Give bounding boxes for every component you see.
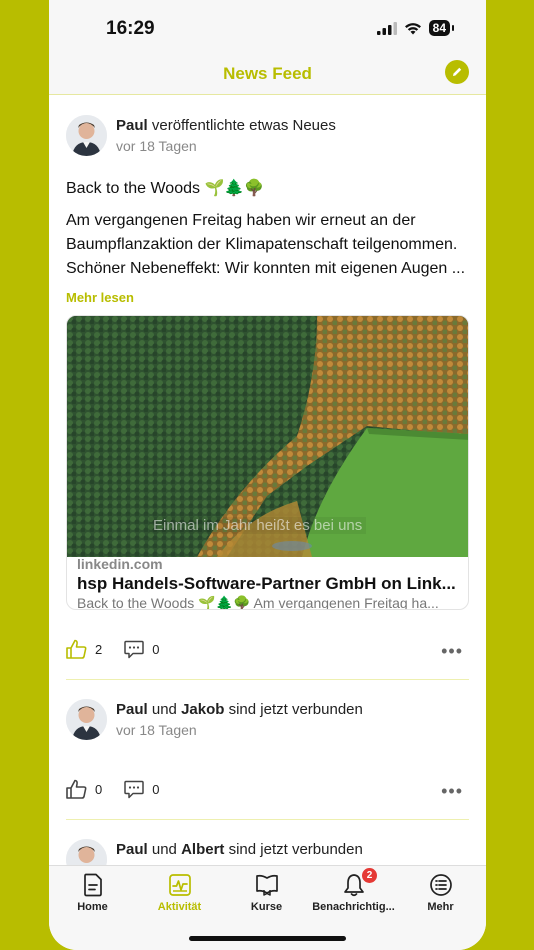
- page-title: News Feed: [223, 64, 312, 83]
- like-count: 2: [95, 641, 103, 657]
- comment-count: 0: [152, 641, 160, 657]
- author-name[interactable]: Paul: [116, 841, 148, 858]
- author-name[interactable]: Albert: [181, 841, 224, 858]
- comment-icon: [124, 780, 144, 798]
- tab-home[interactable]: Home: [49, 872, 136, 913]
- notification-badge: 2: [362, 868, 377, 883]
- comment-count: 0: [152, 781, 160, 797]
- connector-text: und: [151, 701, 177, 718]
- comment-icon: [124, 640, 144, 658]
- post-action: veröffentlichte etwas Neues: [151, 117, 336, 134]
- post-time: vor 18 Tagen: [116, 722, 197, 738]
- document-icon: [83, 873, 102, 897]
- tab-label: Kurse: [250, 901, 283, 913]
- status-icons: 84: [376, 20, 455, 36]
- tab-label: Home: [77, 901, 108, 913]
- post-actions: 0 0 •••: [66, 777, 469, 801]
- video-caption-overlay: Einmal im Jahr heißt es bei uns: [149, 517, 367, 534]
- thumbs-up-icon: [66, 779, 87, 799]
- divider: [66, 819, 469, 820]
- post-action: sind jetzt verbunden: [228, 701, 363, 718]
- tab-activity[interactable]: Aktivität: [136, 872, 223, 913]
- avatar[interactable]: [66, 839, 107, 865]
- post-header: Paul veröffentlichte etwas Neues: [116, 117, 336, 134]
- news-feed[interactable]: Paul veröffentlichte etwas Neues vor 18 …: [49, 96, 486, 865]
- like-button[interactable]: 0: [66, 779, 102, 799]
- avatar[interactable]: [66, 115, 107, 156]
- post-header: Paul und Albert sind jetzt verbunden: [116, 841, 363, 858]
- thumbs-up-icon: [66, 639, 87, 659]
- author-name[interactable]: Paul: [116, 117, 148, 134]
- tab-label: Mehr: [427, 901, 454, 913]
- link-preview-image: Einmal im Jahr heißt es bei uns: [67, 316, 468, 557]
- more-options-icon[interactable]: •••: [441, 781, 463, 802]
- list-icon: [429, 874, 452, 896]
- tab-notifications[interactable]: 2 Benachrichtig...: [310, 868, 397, 913]
- author-name[interactable]: Paul: [116, 701, 148, 718]
- connector-text: und: [151, 841, 177, 858]
- post-body: Am vergangenen Freitag haben wir erneut …: [66, 212, 466, 277]
- edit-button[interactable]: [445, 60, 469, 84]
- post-action: sind jetzt verbunden: [228, 841, 363, 858]
- author-name[interactable]: Jakob: [181, 701, 224, 718]
- signal-icon: [376, 21, 397, 35]
- link-title: hsp Handels-Software-Partner GmbH on Lin…: [77, 574, 456, 593]
- avatar[interactable]: [66, 699, 107, 740]
- post-header: Paul und Jakob sind jetzt verbunden: [116, 701, 363, 718]
- tab-label: Aktivität: [157, 901, 202, 913]
- status-bar: 16:29 84: [49, 0, 486, 54]
- link-preview-card[interactable]: Einmal im Jahr heißt es bei uns linkedin…: [66, 315, 469, 610]
- status-time: 16:29: [106, 18, 155, 39]
- battery-icon: 84: [428, 20, 455, 36]
- nav-bar: News Feed: [49, 54, 486, 95]
- like-count: 0: [95, 781, 103, 797]
- link-domain: linkedin.com: [77, 556, 163, 572]
- post-time: vor 18 Tagen: [116, 138, 197, 154]
- comment-button[interactable]: 0: [124, 640, 159, 659]
- post-title: Back to the Woods 🌱🌲🌳: [66, 180, 265, 197]
- like-button[interactable]: 2: [66, 639, 102, 659]
- phone-screen: 16:29 84 News Feed Paul veröffentlichte …: [49, 0, 486, 950]
- post-actions: 2 0 •••: [66, 637, 469, 661]
- divider: [66, 679, 469, 680]
- more-options-icon[interactable]: •••: [441, 641, 463, 662]
- read-more-link[interactable]: Mehr lesen: [66, 290, 134, 305]
- wifi-icon: [404, 22, 421, 34]
- book-icon: [255, 874, 278, 896]
- activity-icon: [168, 874, 191, 896]
- tab-more[interactable]: Mehr: [397, 872, 484, 913]
- link-description: Back to the Woods 🌱🌲🌳 Am vergangenen Fre…: [77, 595, 439, 610]
- tab-courses[interactable]: Kurse: [223, 872, 310, 913]
- pencil-icon: [453, 67, 462, 76]
- comment-button[interactable]: 0: [124, 780, 159, 799]
- home-indicator[interactable]: [189, 936, 346, 941]
- tab-label: Benachrichtig...: [312, 901, 395, 913]
